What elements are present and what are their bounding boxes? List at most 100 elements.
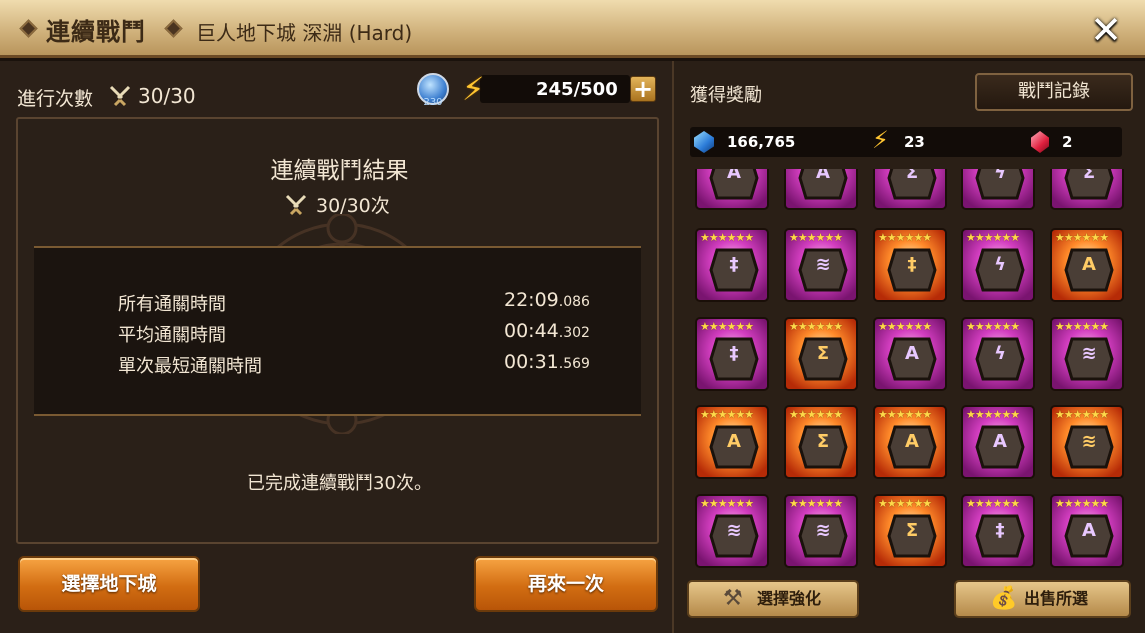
rune-stars: ★★★★★★ xyxy=(878,408,932,421)
rune-set-glyph: ϟ xyxy=(994,169,1006,183)
rune-item[interactable]: ★★★★★★ Σ xyxy=(784,405,858,479)
rune-stars: ★★★★★★ xyxy=(789,320,843,333)
rune-item[interactable]: ★★★★★★ϟ xyxy=(961,169,1035,210)
rune-item[interactable]: ★★★★★★A xyxy=(695,405,769,479)
rune-set-glyph: ϟ xyxy=(994,254,1006,275)
rune-item[interactable]: ★★★★★★ ‡ xyxy=(695,317,769,391)
rune-item[interactable]: ★★★★★★Σ xyxy=(1050,169,1124,210)
rune-stars: ★★★★★★ xyxy=(1055,408,1109,421)
rune-set-glyph: ≋ xyxy=(815,254,831,275)
rune-stars: ★★★★★★ xyxy=(789,231,843,244)
rune-item[interactable]: ★★★★★★A xyxy=(784,169,858,210)
completion-message: 已完成連續戰鬥30次。 xyxy=(247,473,432,494)
rune-item[interactable]: ★★★★★★ ≋ xyxy=(1050,317,1124,391)
rune-stars: ★★★★★★ xyxy=(789,408,843,421)
rune-item[interactable]: ★★★★★★ A xyxy=(873,317,947,391)
rune-item[interactable]: ★★★★★★ ≋ xyxy=(784,228,858,302)
rune-item[interactable]: ★★★★★★ A xyxy=(873,405,947,479)
rune-stars: ★★★★★★ xyxy=(1055,231,1109,244)
rune-set-glyph: Σ xyxy=(1082,169,1096,183)
gem-count: 2 xyxy=(1062,133,1073,151)
rune-set-glyph: ‡ xyxy=(729,254,739,275)
runs-value: 30/30 xyxy=(138,84,196,108)
rune-stars: ★★★★★★ xyxy=(966,497,1020,510)
rune-grid[interactable]: ★★★★★★ A ★★★★★★ A ★★★★★★ Σ ★★★★★★ ϟ ★★★★★★ Σ ★★★★★… xyxy=(688,169,1132,572)
result-panel: 連續戰鬥結果 30/30次 所有通關時間 22:09.086 平均通關時間 00… xyxy=(16,117,659,544)
sell-selected-button[interactable]: 💰 出售所選 xyxy=(954,580,1131,618)
stat-average-value: 00:44.302 xyxy=(504,320,590,342)
page-title: 連續戰鬥 xyxy=(46,18,146,46)
diamond-icon xyxy=(164,19,183,38)
rune-item[interactable]: ★★★★★★ ‡ xyxy=(961,494,1035,568)
rune-stars: ★★★★★★ xyxy=(1055,497,1109,510)
title-bar: 連續戰鬥 巨人地下城 深淵 (Hard) ✕ xyxy=(0,0,1145,58)
crystal-count: 166,765 xyxy=(727,133,796,151)
rune-set-glyph: ‡ xyxy=(995,520,1005,541)
rune-item[interactable]: ★★★★★★Σ xyxy=(873,494,947,568)
rune-stars: ★★★★★★ xyxy=(966,408,1020,421)
select-upgrade-button[interactable]: ⚒ 選擇強化 xyxy=(687,580,859,618)
crossed-swords-icon xyxy=(285,194,307,216)
stat-fastest-value: 00:31.569 xyxy=(504,351,590,373)
runs-label: 進行次數 xyxy=(17,88,94,110)
rune-stars: ★★★★★★ xyxy=(700,231,754,244)
rune-stars: ★★★★★★ xyxy=(789,497,843,510)
stat-total-value: 22:09.086 xyxy=(504,289,590,311)
energy-icon: ⚡ xyxy=(872,126,889,154)
rune-item[interactable]: ★★★★★★ ‡ xyxy=(873,228,947,302)
rune-item[interactable]: ★★★★★★ A xyxy=(961,405,1035,479)
rune-set-glyph: ‡ xyxy=(907,254,917,275)
rune-stars: ★★★★★★ xyxy=(700,408,754,421)
rune-set-glyph: A xyxy=(993,431,1007,452)
rune-item[interactable]: ★★★★★★ A xyxy=(1050,228,1124,302)
stat-fastest-label: 單次最短通關時間 xyxy=(118,356,262,377)
rune-item[interactable]: ★★★★★★ ‡ xyxy=(695,228,769,302)
retry-button[interactable]: 再來一次 xyxy=(474,556,658,612)
rune-stars: ★★★★★★ xyxy=(878,231,932,244)
rune-set-glyph: A xyxy=(905,343,919,364)
rewards-label: 獲得獎勵 xyxy=(690,85,762,106)
hammer-icon: ⚒ xyxy=(723,586,743,611)
rune-item[interactable]: ★★★★★★ ≋ xyxy=(784,494,858,568)
rune-item[interactable]: ★★★★★★ ≋ xyxy=(695,494,769,568)
rune-set-glyph: ≋ xyxy=(726,520,742,541)
rune-item[interactable]: ★★★★★★Σ xyxy=(873,169,947,210)
result-title: 連續戰鬥結果 xyxy=(270,158,409,184)
battle-log-button[interactable]: 戰鬥記錄 xyxy=(975,73,1133,111)
rune-stars: ★★★★★★ xyxy=(966,231,1020,244)
rune-set-glyph: Σ xyxy=(905,520,919,541)
rune-set-glyph: ϟ xyxy=(994,343,1006,364)
select-dungeon-button[interactable]: 選擇地下城 xyxy=(18,556,200,612)
stat-average-label: 平均通關時間 xyxy=(118,325,226,346)
close-button[interactable]: ✕ xyxy=(1086,10,1126,50)
rune-set-glyph: ‡ xyxy=(729,343,739,364)
rune-set-glyph: A xyxy=(1082,520,1096,541)
add-energy-button[interactable]: + xyxy=(630,76,656,102)
dungeon-name: 巨人地下城 深淵 (Hard) xyxy=(196,21,413,45)
rune-item[interactable]: ★★★★★★ Σ xyxy=(784,317,858,391)
rune-set-glyph: ≋ xyxy=(1081,343,1097,364)
rune-set-glyph: Σ xyxy=(816,431,830,452)
rune-item[interactable]: ★★★★★★ ≋ xyxy=(1050,405,1124,479)
diamond-icon xyxy=(19,19,38,38)
rune-item[interactable]: ★★★★★★ ϟ xyxy=(961,228,1035,302)
rune-set-glyph: Σ xyxy=(816,343,830,364)
rune-set-glyph: A xyxy=(1082,254,1096,275)
crossed-swords-icon xyxy=(109,85,131,107)
rune-set-glyph: ≋ xyxy=(1081,431,1097,452)
rune-stars: ★★★★★★ xyxy=(966,320,1020,333)
rune-set-glyph: A xyxy=(905,431,919,452)
rune-stars: ★★★★★★ xyxy=(700,497,754,510)
rank-value: 230 xyxy=(423,97,443,108)
rune-set-glyph: A xyxy=(727,169,741,183)
result-count: 30/30次 xyxy=(316,195,390,217)
rune-stars: ★★★★★★ xyxy=(878,320,932,333)
rune-set-glyph: A xyxy=(816,169,830,183)
rune-set-glyph: Σ xyxy=(905,169,919,183)
rune-item[interactable]: ★★★★★★ A xyxy=(1050,494,1124,568)
rune-item[interactable]: ★★★★★★ ϟ xyxy=(961,317,1035,391)
rune-stars: ★★★★★★ xyxy=(1055,320,1109,333)
stats-band: 所有通關時間 22:09.086 平均通關時間 00:44.302 單次最短通關… xyxy=(34,246,641,416)
rune-set-glyph: ≋ xyxy=(815,520,831,541)
rune-item[interactable]: ★★★★★★A xyxy=(695,169,769,210)
